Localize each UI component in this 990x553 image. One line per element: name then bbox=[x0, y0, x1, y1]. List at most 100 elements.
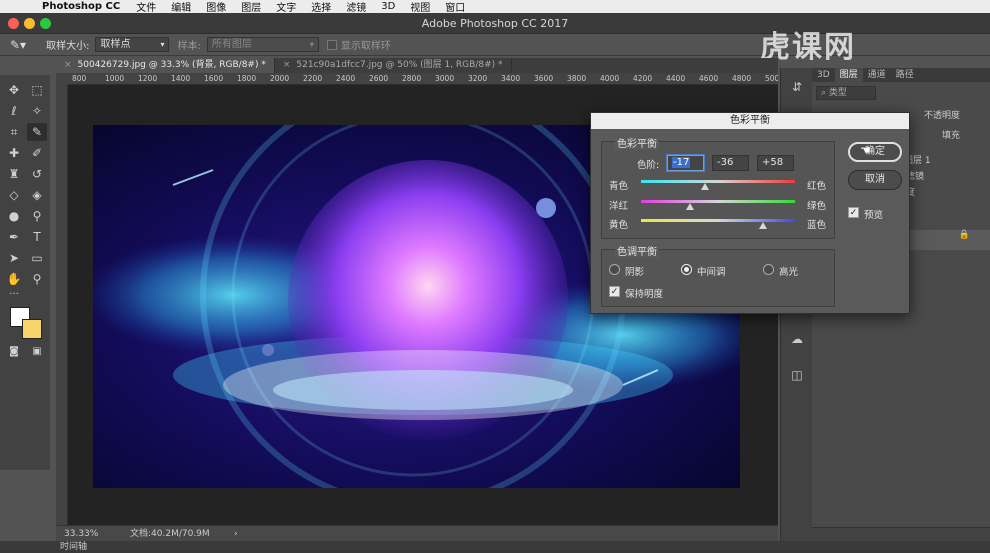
chevron-down-icon: ▾ bbox=[309, 40, 314, 49]
ruler-tick-label: 3200 bbox=[468, 74, 488, 83]
yellow-blue-slider-thumb[interactable] bbox=[758, 222, 767, 229]
magenta-green-slider-track[interactable] bbox=[641, 200, 795, 203]
eyedropper-tool-icon[interactable]: ✎ bbox=[27, 123, 47, 141]
tab-label: 500426729.jpg @ 33.3% (背景, RGB/8#) * bbox=[77, 60, 266, 70]
lasso-tool-icon[interactable]: ℓ bbox=[4, 102, 24, 120]
timeline-panel-tab[interactable]: 时间轴 bbox=[0, 541, 990, 553]
zoom-level[interactable]: 33.33% bbox=[64, 526, 98, 542]
cancel-button[interactable]: 取消 bbox=[848, 170, 902, 190]
magic-wand-tool-icon[interactable]: ✧ bbox=[27, 102, 47, 120]
ruler-tick-label: 2800 bbox=[402, 74, 422, 83]
red-label: 红色 bbox=[807, 181, 827, 192]
move-tool-icon[interactable]: ✥ bbox=[4, 81, 24, 99]
rectangle-tool-icon[interactable]: ▭ bbox=[27, 249, 47, 267]
ruler-tick-label: 5000 bbox=[765, 74, 778, 83]
type-tool-icon[interactable]: T bbox=[27, 228, 47, 246]
status-arrow-icon[interactable]: › bbox=[234, 526, 238, 542]
level-cyan-red-input[interactable]: -17 bbox=[667, 155, 704, 171]
ruler-tick-label: 2000 bbox=[270, 74, 290, 83]
screen-mode-icon[interactable]: ▣ bbox=[27, 343, 47, 361]
zoom-tool-icon[interactable]: ⚲ bbox=[27, 270, 47, 288]
ruler-tick-label: 4800 bbox=[732, 74, 752, 83]
preview-checkbox[interactable]: ✓ bbox=[848, 207, 859, 218]
crop-tool-icon[interactable]: ⌗ bbox=[4, 123, 24, 141]
clone-stamp-tool-icon[interactable]: ♜ bbox=[4, 165, 24, 183]
background-color-swatch[interactable] bbox=[22, 319, 42, 339]
menu-bar: Photoshop CC 文件 编辑 图像 图层 文字 选择 滤镜 3D 视图 … bbox=[0, 0, 990, 14]
healing-brush-tool-icon[interactable]: ✚ bbox=[4, 144, 24, 162]
menu-file[interactable]: 文件 bbox=[136, 0, 156, 14]
highlights-label: 高光 bbox=[779, 267, 799, 278]
vertical-ruler bbox=[56, 85, 68, 525]
tab-document-2[interactable]: × 521c90a1dfcc7.jpg @ 50% (图层 1, RGB/8#) … bbox=[275, 58, 512, 73]
menu-filter[interactable]: 滤镜 bbox=[346, 0, 366, 14]
sample-select[interactable]: 所有图层 ▾ bbox=[206, 37, 319, 52]
ruler-tick-label: 3800 bbox=[567, 74, 587, 83]
ruler-tick-label: 4000 bbox=[600, 74, 620, 83]
kind-label: 类型 bbox=[828, 88, 847, 98]
highlights-radio[interactable] bbox=[763, 264, 774, 275]
ruler-tick-label: 2600 bbox=[369, 74, 389, 83]
mouse-cursor-icon: ☚ bbox=[860, 143, 871, 157]
sample-size-select[interactable]: 取样点 ▾ bbox=[95, 37, 170, 52]
level-magenta-green-input[interactable]: -36 bbox=[712, 155, 749, 171]
eraser-tool-icon[interactable]: ◇ bbox=[4, 186, 24, 204]
layer-kind-filter[interactable]: ⌕ 类型 bbox=[816, 86, 876, 100]
menu-select[interactable]: 选择 bbox=[311, 0, 331, 14]
menu-3d[interactable]: 3D bbox=[381, 1, 395, 12]
level-yellow-blue-input[interactable]: +58 bbox=[757, 155, 794, 171]
shadows-radio[interactable] bbox=[609, 264, 620, 275]
midtones-radio[interactable] bbox=[681, 264, 692, 275]
cyan-red-slider-thumb[interactable] bbox=[700, 183, 709, 190]
status-bar: 33.33% 文档:40.2M/70.9M › bbox=[56, 525, 778, 541]
tab-document-1[interactable]: × 500426729.jpg @ 33.3% (背景, RGB/8#) * bbox=[56, 58, 275, 73]
ok-button[interactable]: 确定 bbox=[848, 142, 902, 162]
ruler-tick-label: 1400 bbox=[171, 74, 191, 83]
shadows-label: 阴影 bbox=[625, 267, 645, 278]
marquee-tool-icon[interactable]: ⬚ bbox=[27, 81, 47, 99]
menu-type[interactable]: 文字 bbox=[276, 0, 296, 14]
preserve-luminosity-checkbox[interactable]: ✓ bbox=[609, 286, 620, 297]
search-icon: ⌕ bbox=[821, 88, 827, 98]
menu-window[interactable]: 窗口 bbox=[445, 0, 465, 14]
layers-panel-footer bbox=[812, 527, 990, 541]
paint-bucket-tool-icon[interactable]: ◈ bbox=[27, 186, 47, 204]
panel-tabs: 3D 图层 通道 路径 bbox=[812, 68, 990, 82]
tab-channels[interactable]: 通道 bbox=[863, 68, 891, 82]
close-icon[interactable]: × bbox=[283, 60, 291, 70]
pen-tool-icon[interactable]: ✒ bbox=[4, 228, 24, 246]
blur-tool-icon[interactable]: ● bbox=[4, 207, 24, 225]
menu-app-name[interactable]: Photoshop CC bbox=[42, 1, 120, 12]
chevron-down-icon: ▾ bbox=[160, 40, 165, 49]
preview-label: 预览 bbox=[864, 210, 884, 221]
dodge-tool-icon[interactable]: ⚲ bbox=[27, 207, 47, 225]
libraries-panel-icon[interactable]: ☁ bbox=[787, 330, 807, 348]
more-tools-icon[interactable]: ··· bbox=[4, 286, 24, 304]
show-ring-checkbox[interactable] bbox=[326, 39, 337, 50]
brush-tool-icon[interactable]: ✐ bbox=[27, 144, 47, 162]
tab-layers[interactable]: 图层 bbox=[834, 68, 863, 82]
tab-3d[interactable]: 3D bbox=[812, 68, 835, 82]
yellow-blue-slider-track[interactable] bbox=[641, 219, 795, 222]
menu-image[interactable]: 图像 bbox=[206, 0, 226, 14]
ruler-tick-label: 3600 bbox=[534, 74, 554, 83]
history-panel-icon[interactable]: ⇵ bbox=[787, 78, 807, 96]
menu-edit[interactable]: 编辑 bbox=[171, 0, 191, 14]
ruler-tick-label: 800 bbox=[72, 74, 87, 83]
horizontal-ruler: 800 1000 1200 1400 1600 1800 2000 2200 2400 2600 2… bbox=[68, 73, 778, 85]
document-tabs: × 500426729.jpg @ 33.3% (背景, RGB/8#) * × 5… bbox=[56, 58, 778, 73]
tab-paths[interactable]: 路径 bbox=[891, 68, 919, 82]
quick-mask-icon[interactable]: ◙ bbox=[4, 343, 24, 361]
adjustments-panel-icon[interactable]: ◫ bbox=[787, 366, 807, 384]
sample-label: 样本: bbox=[177, 41, 201, 52]
path-selection-tool-icon[interactable]: ➤ bbox=[4, 249, 24, 267]
tools-panel: ✥ ⬚ ℓ ✧ ⌗ ✎ ✚ ✐ ♜ ↺ ◇ ◈ ● ⚲ ✒ T ➤ ▭ ✋ ⚲ … bbox=[0, 75, 50, 470]
eyedropper-preset-icon[interactable]: ✎▾ bbox=[10, 38, 26, 52]
menu-layer[interactable]: 图层 bbox=[241, 0, 261, 14]
cyan-red-slider-track[interactable] bbox=[641, 180, 795, 183]
history-brush-tool-icon[interactable]: ↺ bbox=[27, 165, 47, 183]
close-icon[interactable]: × bbox=[64, 60, 72, 70]
ruler-tick-label: 3400 bbox=[501, 74, 521, 83]
menu-view[interactable]: 视图 bbox=[410, 0, 430, 14]
magenta-green-slider-thumb[interactable] bbox=[686, 203, 695, 210]
